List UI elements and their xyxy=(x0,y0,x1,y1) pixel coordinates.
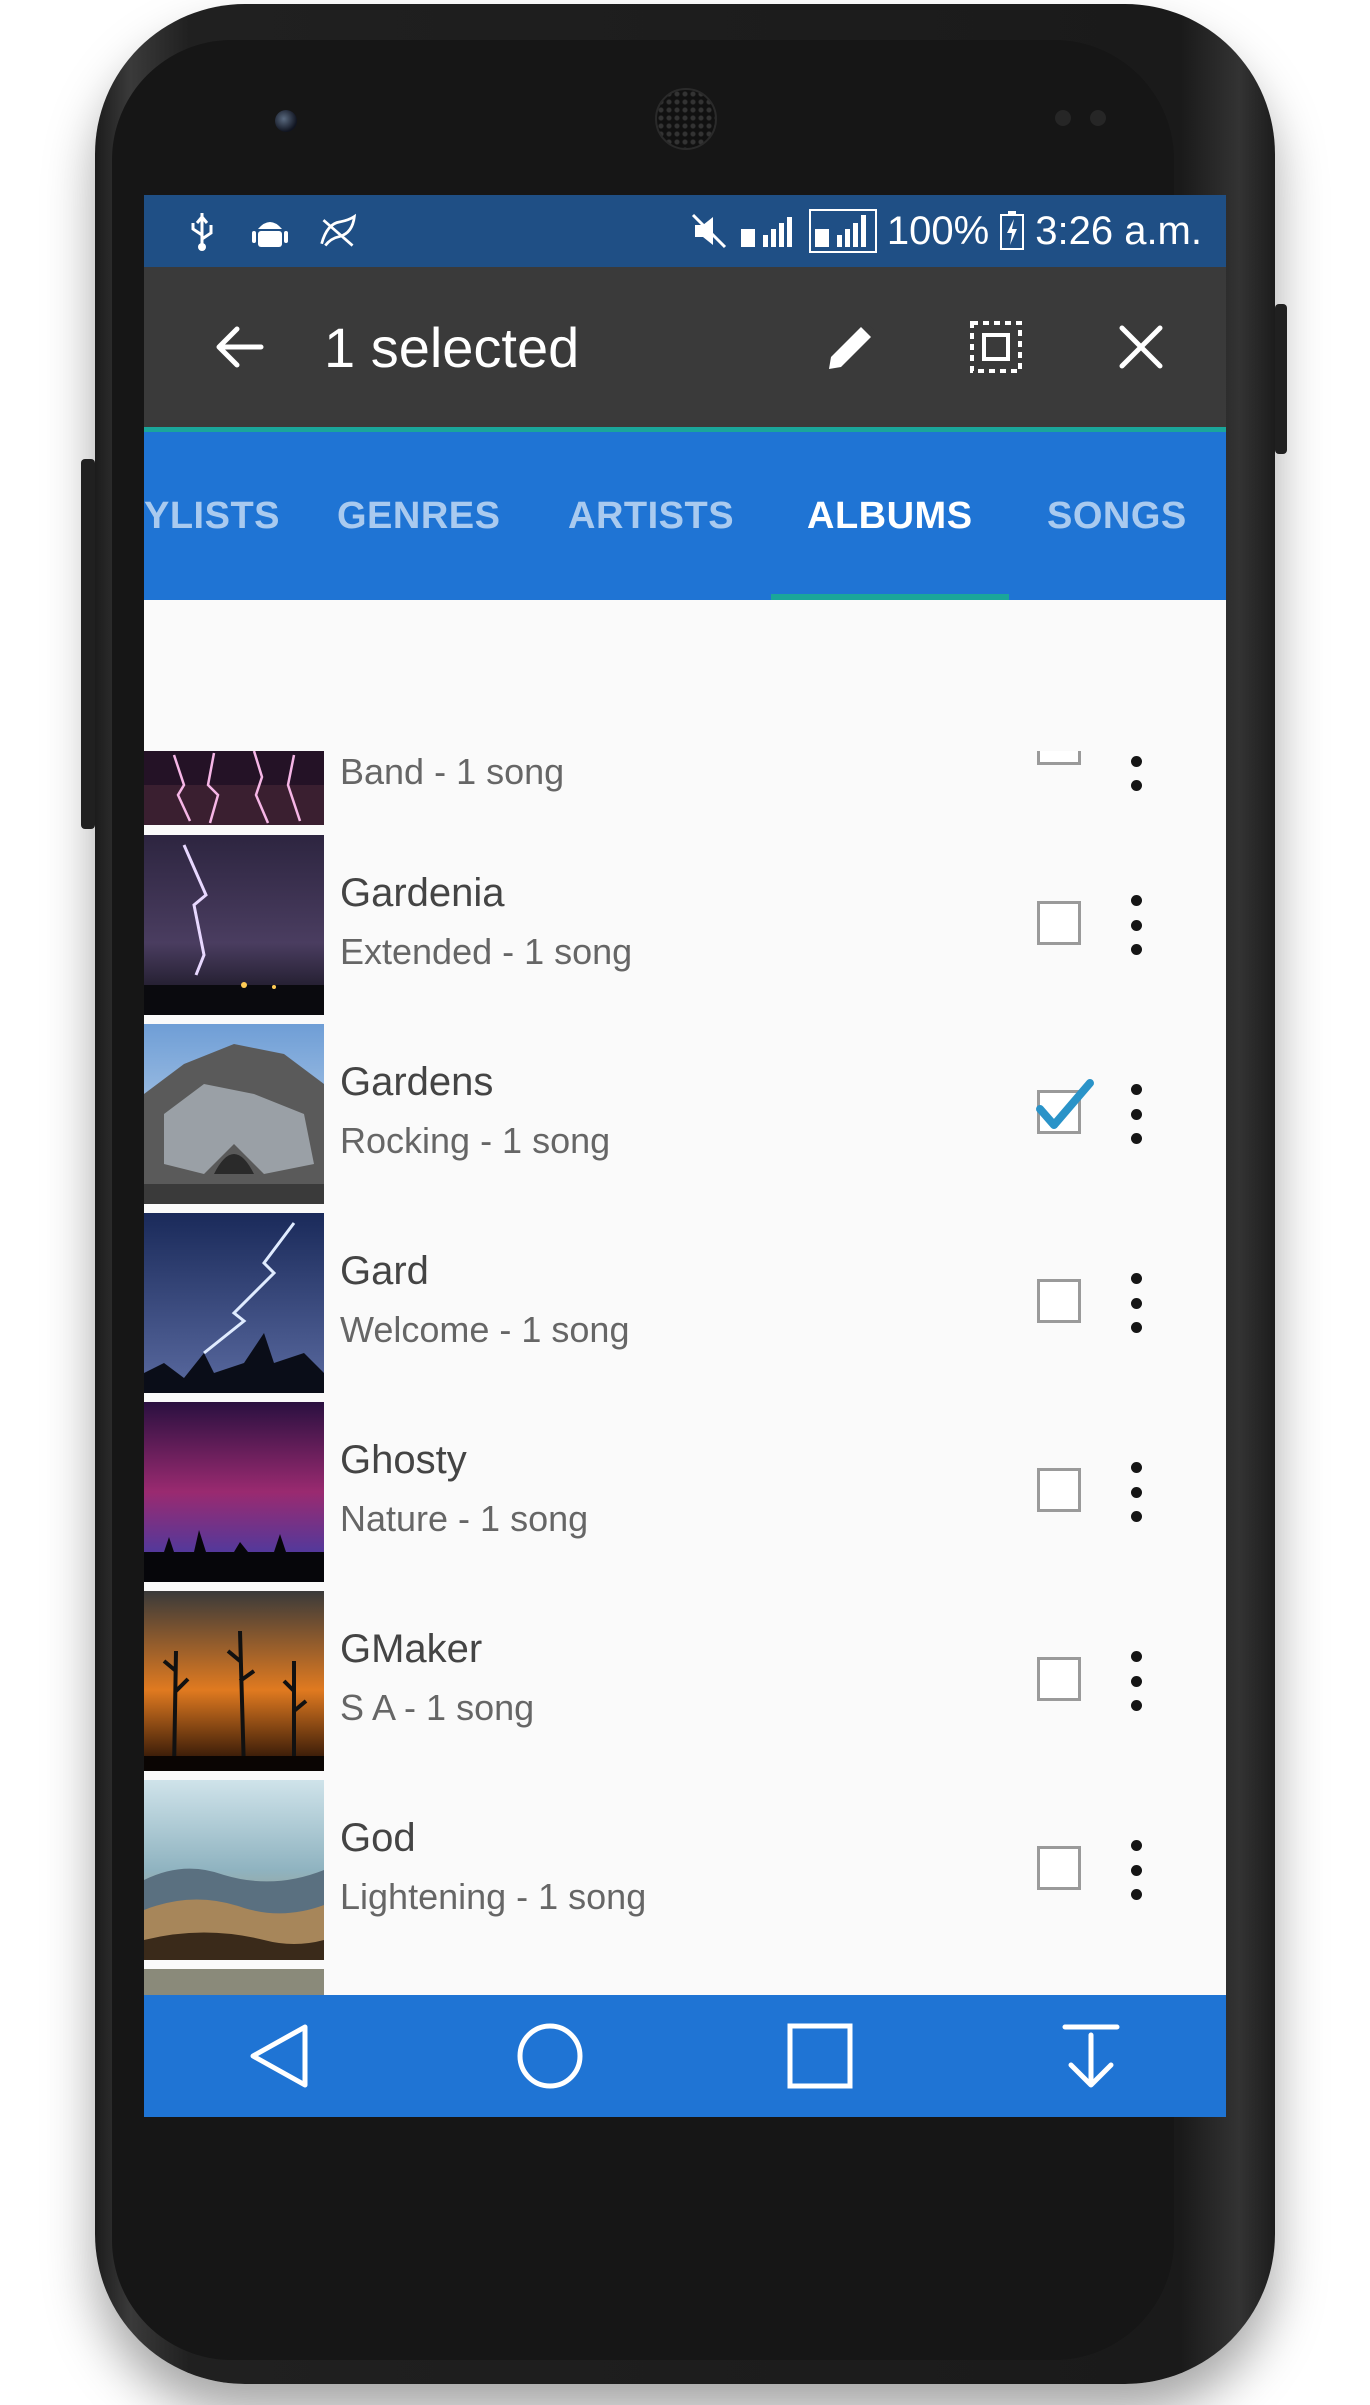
pencil-icon xyxy=(829,321,877,369)
signal-sim2-icon xyxy=(808,209,877,253)
album-subtitle: Lightening - 1 song xyxy=(340,1876,647,1917)
select-checkbox[interactable] xyxy=(1037,1468,1081,1512)
album-art xyxy=(144,1780,324,1960)
triangle-back-icon xyxy=(250,2024,308,2088)
album-art xyxy=(144,751,324,825)
earpiece-speaker xyxy=(655,88,717,150)
list-item[interactable]: Band - 1 song xyxy=(144,751,1226,825)
tab-albums[interactable]: ALBUMS xyxy=(807,432,973,600)
usb-icon xyxy=(182,211,222,251)
library-tabs: YLISTS GENRES ARTISTS ALBUMS SONGS xyxy=(144,432,1226,600)
volume-button xyxy=(81,459,95,829)
mute-icon xyxy=(689,211,729,251)
more-vert-icon xyxy=(1130,895,1142,906)
selection-toolbar: 1 selected xyxy=(144,267,1226,432)
album-title: Gardenia xyxy=(340,871,505,915)
back-button[interactable] xyxy=(194,302,284,392)
album-art xyxy=(144,1402,324,1582)
list-item[interactable]: GMaker S A - 1 song xyxy=(144,1591,1226,1777)
album-art xyxy=(144,1591,324,1771)
battery-charging-icon xyxy=(999,211,1025,251)
circle-home-icon xyxy=(517,2023,583,2089)
android-debug-icon xyxy=(250,211,290,251)
select-checkbox[interactable] xyxy=(1037,1657,1081,1701)
list-item[interactable]: Gardenia Extended - 1 song xyxy=(144,835,1226,1021)
proximity-sensor xyxy=(1055,110,1071,126)
overflow-menu-button[interactable] xyxy=(1119,751,1153,791)
album-subtitle: Nature - 1 song xyxy=(340,1498,589,1539)
selection-count-title: 1 selected xyxy=(324,315,580,379)
battery-percent: 100% xyxy=(886,208,990,253)
select-all-icon xyxy=(970,321,1022,373)
status-bar: 100% 3:26 a.m. xyxy=(144,195,1226,267)
album-art xyxy=(144,1024,324,1204)
nav-home-button[interactable] xyxy=(500,2006,600,2106)
front-camera xyxy=(275,110,297,132)
overflow-menu-button[interactable] xyxy=(1119,895,1153,955)
close-icon xyxy=(1119,325,1163,369)
list-item[interactable]: Gard Welcome - 1 song xyxy=(144,1213,1226,1399)
select-all-button[interactable] xyxy=(951,302,1041,392)
album-subtitle: S A - 1 song xyxy=(340,1687,535,1728)
arrow-left-icon xyxy=(216,326,264,368)
overflow-menu-button[interactable] xyxy=(1119,1084,1153,1144)
tab-songs[interactable]: SONGS xyxy=(1047,432,1187,600)
album-title: God xyxy=(340,1816,416,1860)
album-art xyxy=(144,835,324,1015)
clock: 3:26 a.m. xyxy=(1035,208,1202,253)
select-checkbox[interactable] xyxy=(1037,901,1081,945)
nav-hide-keyboard-button[interactable] xyxy=(1041,2006,1141,2106)
tab-genres[interactable]: GENRES xyxy=(337,432,500,600)
album-subtitle: Welcome - 1 song xyxy=(340,1309,630,1350)
overflow-menu-button[interactable] xyxy=(1119,1273,1153,1333)
select-checkbox[interactable] xyxy=(1037,751,1081,765)
edit-button[interactable] xyxy=(806,302,896,392)
album-title: Ghosty xyxy=(340,1438,467,1482)
nav-recents-button[interactable] xyxy=(770,2006,870,2106)
system-navigation-bar xyxy=(144,1995,1226,2117)
album-title: Gard xyxy=(340,1249,429,1293)
list-item[interactable]: God Lightening - 1 song xyxy=(144,1780,1226,1966)
power-button xyxy=(1275,304,1287,454)
album-subtitle: Rocking - 1 song xyxy=(340,1120,611,1161)
album-title: Gardens xyxy=(340,1060,494,1104)
signal-sim1-icon xyxy=(739,211,799,251)
list-item[interactable]: Gardens Rocking - 1 song xyxy=(144,1024,1226,1210)
select-checkbox[interactable] xyxy=(1037,1279,1081,1323)
square-recents-icon xyxy=(787,2023,853,2089)
no-location-icon xyxy=(318,211,358,251)
list-item[interactable]: Ghosty Nature - 1 song xyxy=(144,1402,1226,1588)
tab-artists[interactable]: ARTISTS xyxy=(568,432,734,600)
album-art xyxy=(144,1213,324,1393)
close-selection-button[interactable] xyxy=(1096,302,1186,392)
album-title: GMaker xyxy=(340,1627,483,1671)
album-subtitle: Extended - 1 song xyxy=(340,931,633,972)
tab-playlists[interactable]: YLISTS xyxy=(144,432,280,600)
check-icon xyxy=(1036,1079,1094,1129)
screen: 100% 3:26 a.m. 1 selected YLISTS GENRES … xyxy=(144,195,1226,2117)
light-sensor xyxy=(1090,110,1106,126)
select-checkbox[interactable] xyxy=(1037,1846,1081,1890)
active-tab-indicator xyxy=(771,594,1009,600)
overflow-menu-button[interactable] xyxy=(1119,1651,1153,1711)
overflow-menu-button[interactable] xyxy=(1119,1462,1153,1522)
overflow-menu-button[interactable] xyxy=(1119,1840,1153,1900)
nav-back-button[interactable] xyxy=(229,2006,329,2106)
album-subtitle: Band - 1 song xyxy=(340,751,565,792)
arrow-down-to-line-icon xyxy=(1062,2024,1120,2088)
select-checkbox-checked[interactable] xyxy=(1036,1079,1094,1134)
